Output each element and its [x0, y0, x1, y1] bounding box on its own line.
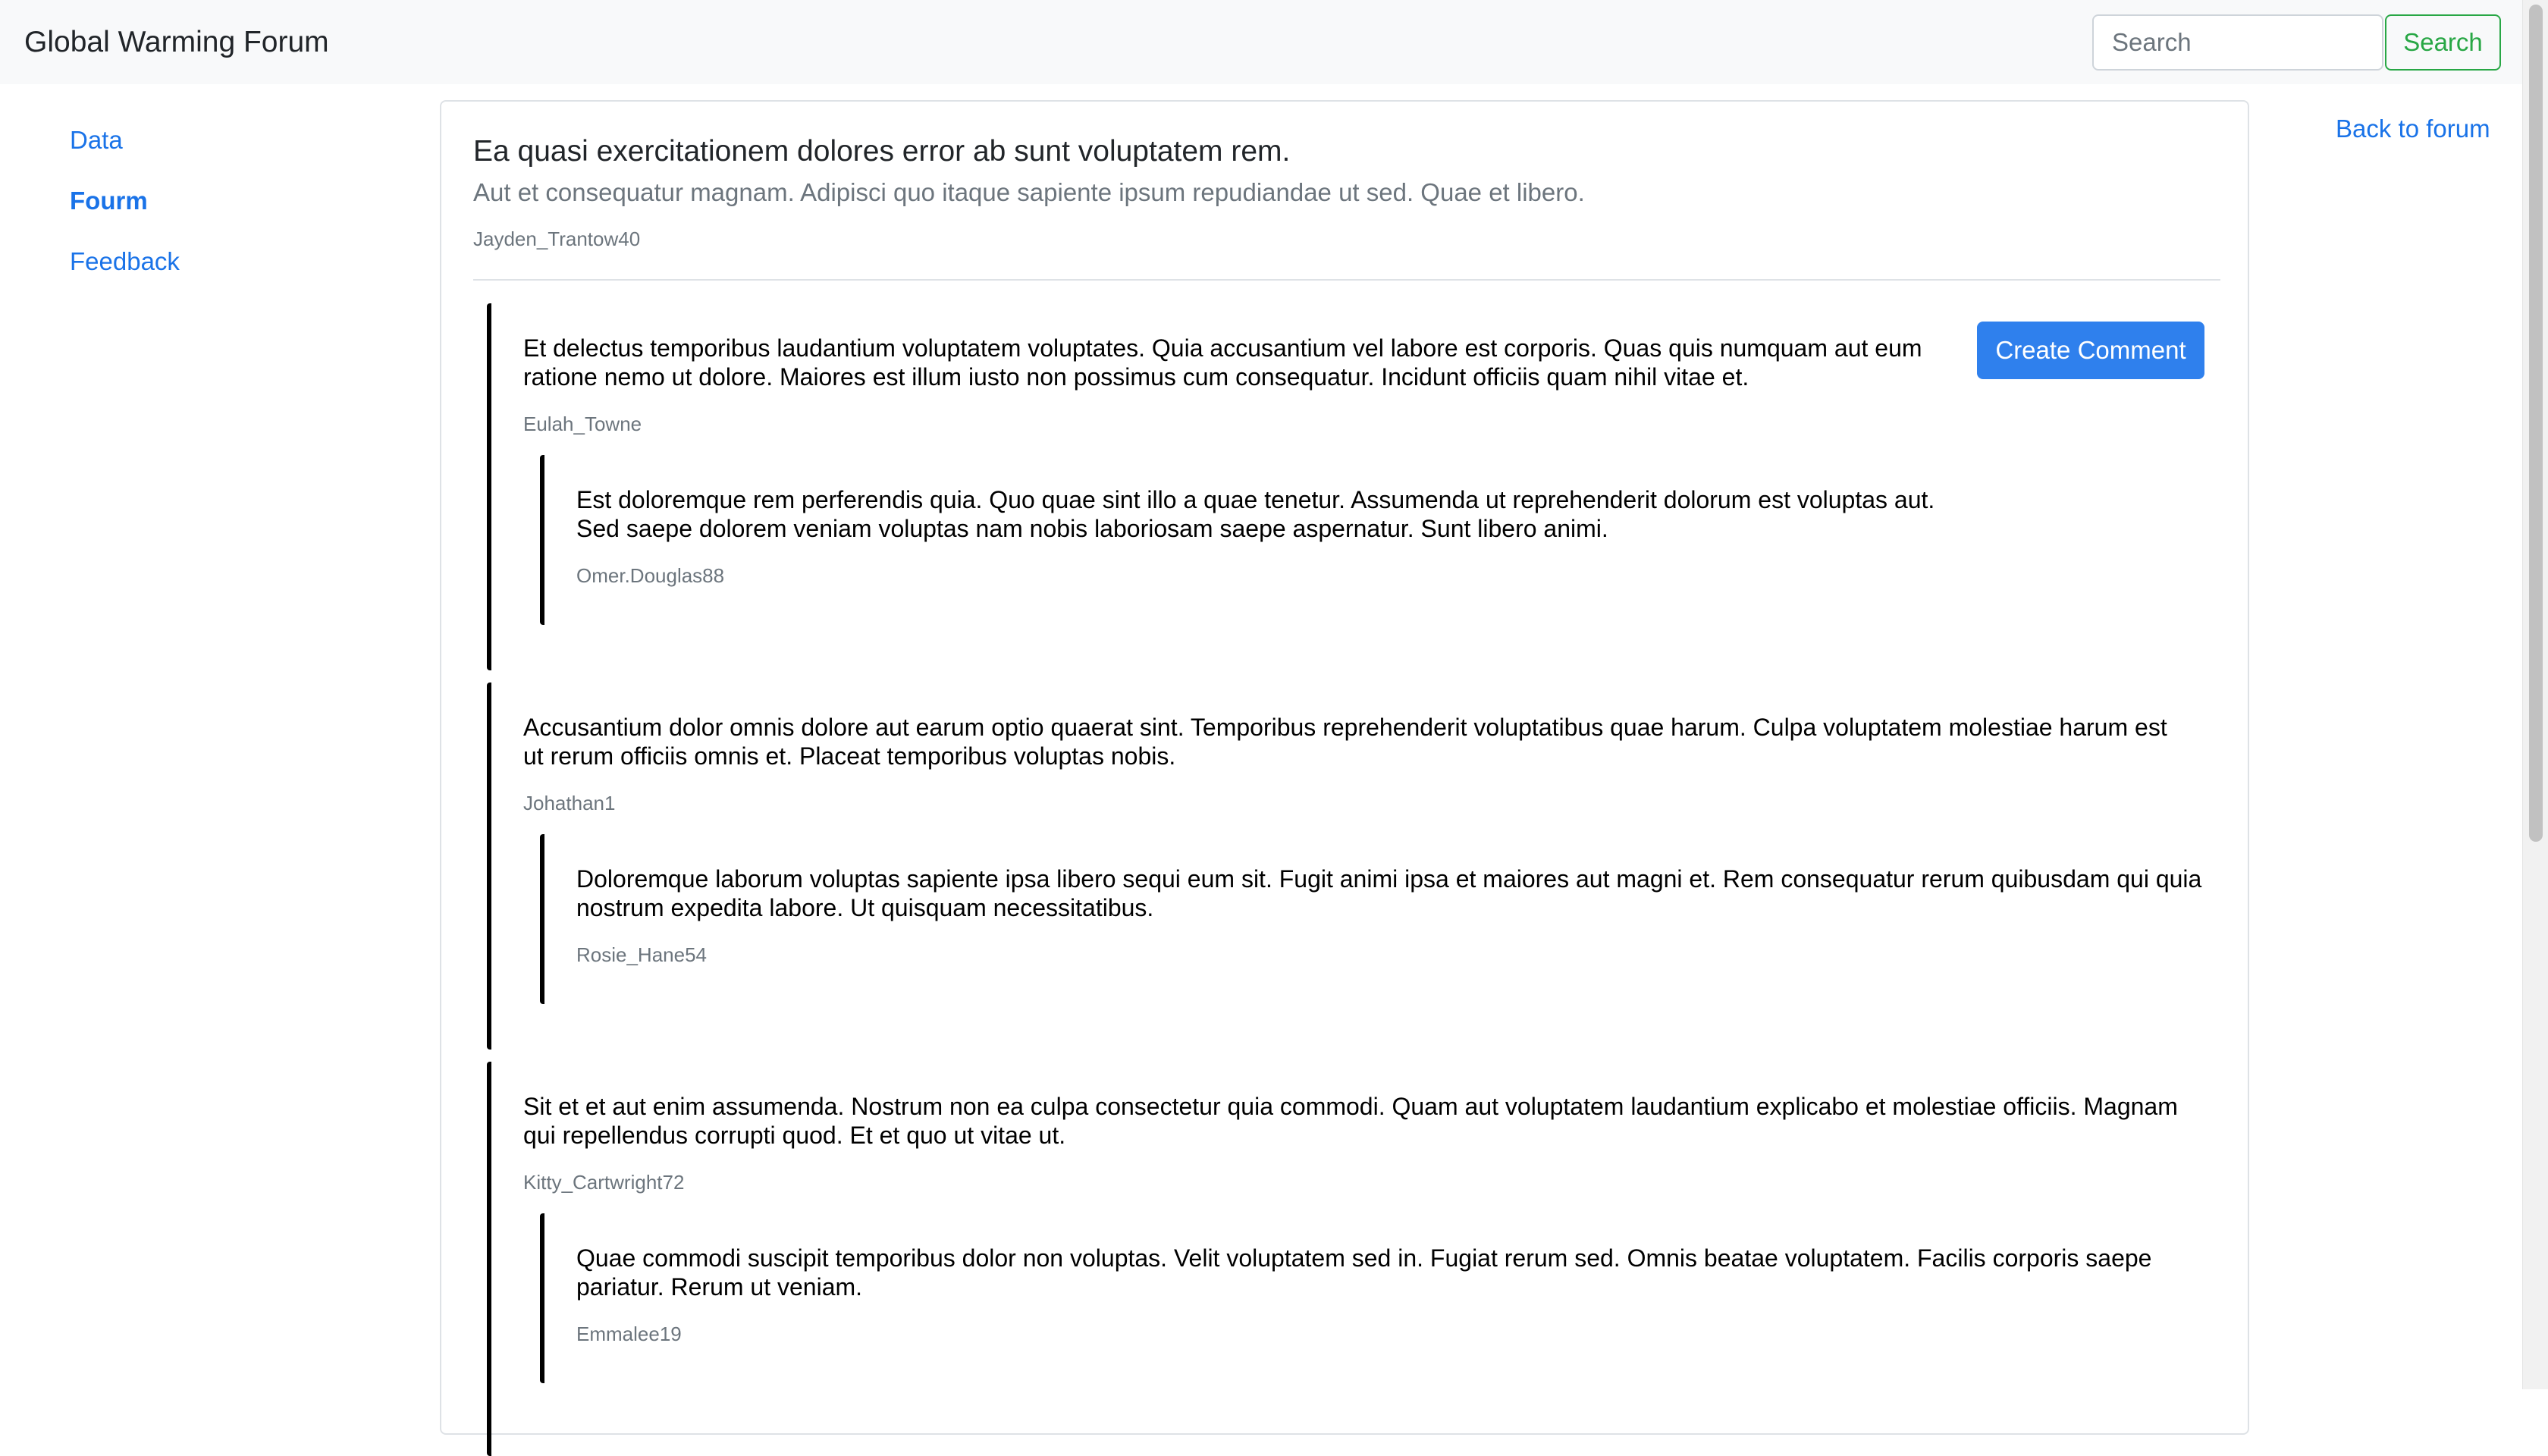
sidebar-item-fourm[interactable]: Fourm: [70, 184, 148, 218]
reply-text: Quae commodi suscipit temporibus dolor n…: [576, 1244, 2152, 1301]
post-subtitle: Aut et consequatur magnam. Adipisci quo …: [473, 178, 1585, 206]
reply-author: Omer.Douglas88: [576, 564, 725, 587]
comment-thread: Sit et et aut enim assumenda. Nostrum no…: [487, 1062, 2231, 1456]
search-button[interactable]: Search: [2385, 14, 2501, 71]
brand-title[interactable]: Global Warming Forum: [24, 23, 329, 62]
search-input[interactable]: [2092, 14, 2383, 71]
post-card: Ea quasi exercitationem dolores error ab…: [440, 100, 2249, 1456]
sidebar-item-feedback[interactable]: Feedback: [70, 245, 180, 278]
back-to-forum-link[interactable]: Back to forum: [2336, 112, 2490, 146]
sidebar-item-data[interactable]: Data: [70, 124, 123, 157]
post-author: Jayden_Trantow40: [473, 228, 641, 250]
reply-text: Est doloremque rem perferendis quia. Quo…: [576, 486, 1935, 542]
divider: [473, 279, 2220, 281]
comment-text: Et delectus temporibus laudantium volupt…: [523, 334, 1922, 391]
reply: Est doloremque rem perferendis quia. Quo…: [540, 455, 1950, 625]
comment-author: Johathan1: [523, 792, 616, 814]
comment-author: Eulah_Towne: [523, 413, 642, 435]
reply: Quae commodi suscipit temporibus dolor n…: [540, 1213, 2254, 1383]
comment-text: Accusantium dolor omnis dolore aut earum…: [523, 714, 2167, 770]
comment-thread: Accusantium dolor omnis dolore aut earum…: [487, 682, 2231, 1050]
reply: Doloremque laborum voluptas sapiente ips…: [540, 834, 2254, 1004]
top-navbar: Global Warming Forum Search: [0, 0, 2522, 84]
comment-author: Kitty_Cartwright72: [523, 1171, 685, 1194]
vertical-scrollbar[interactable]: [2522, 0, 2548, 1389]
reply-author: Rosie_Hane54: [576, 943, 708, 966]
post-title: Ea quasi exercitationem dolores error ab…: [473, 135, 1291, 168]
reply-text: Doloremque laborum voluptas sapiente ips…: [576, 865, 2202, 921]
comment-text: Sit et et aut enim assumenda. Nostrum no…: [523, 1093, 2178, 1149]
reply-author: Emmalee19: [576, 1323, 682, 1345]
comment-thread: Et delectus temporibus laudantium volupt…: [487, 303, 2231, 670]
scrollbar-thumb[interactable]: [2529, 5, 2543, 842]
